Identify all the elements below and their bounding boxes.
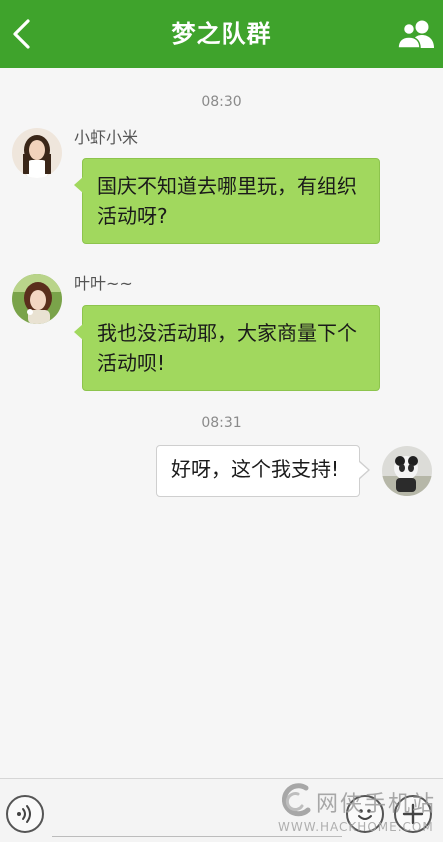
plus-icon (402, 803, 424, 825)
avatar[interactable] (12, 128, 62, 178)
message-text-line: 我也没活动耶，大家商量下个 (97, 321, 357, 345)
more-options-button[interactable] (394, 795, 432, 833)
top-navigation-bar: 梦之队群 (0, 0, 443, 68)
page-title: 梦之队群 (171, 20, 272, 48)
avatar[interactable] (12, 274, 62, 324)
group-members-button[interactable] (395, 14, 437, 54)
message-input[interactable] (52, 797, 342, 837)
voice-icon (17, 805, 31, 823)
message-text-line: 活动呗! (97, 351, 166, 375)
message-bubble[interactable]: 国庆不知道去哪里玩，有组织 活动呀? (74, 158, 380, 244)
avatar-image (382, 446, 432, 496)
voice-button[interactable] (6, 795, 44, 833)
message-text-line: 国庆不知道去哪里玩，有组织 (97, 174, 357, 198)
avatar-image (12, 128, 62, 178)
message-text-line: 好呀，这个我支持! (171, 457, 340, 481)
message-timestamp: 08:30 (201, 94, 242, 110)
avatar-image (12, 274, 62, 324)
message-timestamp: 08:31 (201, 415, 242, 431)
message-bubble[interactable]: 我也没活动耶，大家商量下个 活动呗! (74, 305, 380, 391)
avatar[interactable] (382, 446, 432, 496)
emoji-icon (358, 809, 372, 820)
message-bubble[interactable]: 好呀，这个我支持! (156, 445, 370, 497)
message-input-bar (0, 778, 443, 842)
message-text-line: 活动呀? (97, 204, 168, 228)
group-members-icon (397, 20, 434, 49)
emoji-button[interactable] (346, 795, 384, 833)
sender-name: 叶叶~~ (74, 274, 133, 293)
sender-name: 小虾小米 (74, 128, 139, 147)
